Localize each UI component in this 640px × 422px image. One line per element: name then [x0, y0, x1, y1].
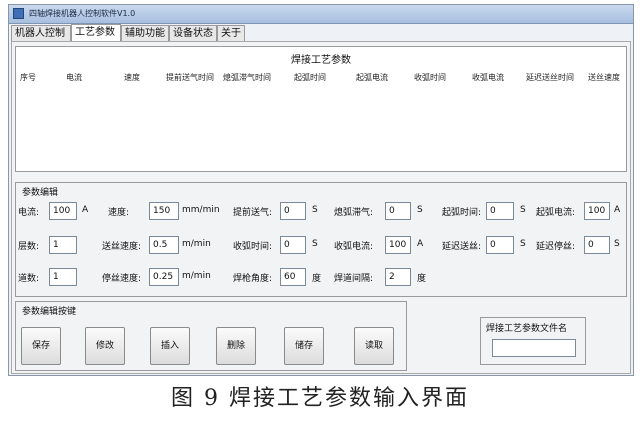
passes-input[interactable]: 1 — [49, 268, 77, 286]
column-header: 速度 — [124, 73, 140, 82]
read-button[interactable]: 读取 — [354, 327, 394, 365]
current-input[interactable]: 100 — [49, 202, 77, 220]
arc-start-current-label: 起弧电流: — [536, 208, 576, 218]
wire-speed-input[interactable]: 0.5 — [149, 236, 179, 254]
arc-start-current-unit: A — [614, 205, 621, 215]
speed-unit: mm/min — [182, 205, 220, 215]
delay-stop-input[interactable]: 0 — [584, 236, 610, 254]
group-title: 参数编辑按键 — [22, 307, 77, 317]
pass-gap-input[interactable]: 2 — [385, 268, 411, 286]
app-window: 四轴焊接机器人控制软件V1.0 机器人控制 工艺参数 辅助功能 设备状态 关于 … — [8, 4, 634, 376]
table-title: 焊接工艺参数 — [291, 55, 351, 66]
arc-end-current-unit: A — [417, 239, 424, 249]
torch-angle-input[interactable]: 60 — [280, 268, 306, 286]
arc-end-time-label: 收弧时间: — [233, 242, 273, 252]
stop-wire-speed-unit: m/min — [182, 271, 211, 281]
button-group: 参数编辑按键 — [15, 301, 407, 371]
arc-end-time-input[interactable]: 0 — [280, 236, 306, 254]
arc-start-time-input[interactable]: 0 — [486, 202, 514, 220]
pre-gas-input[interactable]: 0 — [280, 202, 306, 220]
stop-wire-speed-input[interactable]: 0.25 — [149, 268, 179, 286]
tab-about[interactable]: 关于 — [217, 25, 245, 41]
column-header: 延迟送丝时间 — [526, 73, 574, 82]
column-header: 起弧电流 — [356, 73, 388, 82]
layers-label: 层数: — [18, 242, 40, 252]
wire-speed-label: 送丝速度: — [102, 242, 142, 252]
pass-gap-label: 焊道间隔: — [334, 274, 374, 284]
stop-wire-speed-label: 停丝速度: — [102, 274, 142, 284]
column-header: 收弧电流 — [472, 73, 504, 82]
layers-input[interactable]: 1 — [49, 236, 77, 254]
speed-label: 速度: — [108, 208, 130, 218]
column-header: 收弧时间 — [414, 73, 446, 82]
tab-content: 焊接工艺参数 序号 电流 速度 提前送气时间 熄弧滞气时间 起弧时间 起弧电流 … — [11, 41, 631, 374]
delete-button[interactable]: 删除 — [216, 327, 256, 365]
window-title: 四轴焊接机器人控制软件V1.0 — [29, 9, 136, 18]
tab-process-params[interactable]: 工艺参数 — [71, 24, 121, 41]
insert-button[interactable]: 插入 — [150, 327, 190, 365]
tab-aux-functions[interactable]: 辅助功能 — [121, 25, 169, 41]
delay-wire-input[interactable]: 0 — [486, 236, 514, 254]
column-header: 提前送气时间 — [166, 73, 214, 82]
store-button[interactable]: 储存 — [284, 327, 324, 365]
column-header: 起弧时间 — [294, 73, 326, 82]
param-edit-group: 参数编辑 电流: 100 A 速度: 150 mm/min 提前送气: 0 S … — [15, 182, 627, 297]
title-bar: 四轴焊接机器人控制软件V1.0 — [9, 5, 633, 24]
delay-stop-label: 延迟停丝: — [536, 242, 576, 252]
tab-robot-control[interactable]: 机器人控制 — [11, 25, 71, 41]
column-header: 电流 — [66, 73, 82, 82]
arc-gas-unit: S — [417, 205, 423, 215]
pre-gas-unit: S — [312, 205, 318, 215]
params-table[interactable]: 焊接工艺参数 序号 电流 速度 提前送气时间 熄弧滞气时间 起弧时间 起弧电流 … — [15, 46, 627, 172]
column-header: 送丝速度 — [588, 73, 620, 82]
save-button[interactable]: 保存 — [21, 327, 61, 365]
figure-caption: 图 9 焊接工艺参数输入界面 — [171, 386, 469, 411]
arc-start-time-unit: S — [520, 205, 526, 215]
arc-end-current-input[interactable]: 100 — [385, 236, 411, 254]
tab-device-status[interactable]: 设备状态 — [169, 25, 217, 41]
modify-button[interactable]: 修改 — [85, 327, 125, 365]
torch-angle-label: 焊枪角度: — [233, 274, 273, 284]
file-name-input[interactable] — [492, 339, 576, 357]
arc-end-current-label: 收弧电流: — [334, 242, 374, 252]
wire-speed-unit: m/min — [182, 239, 211, 249]
arc-gas-label: 熄弧滞气: — [334, 208, 374, 218]
arc-end-time-unit: S — [312, 239, 318, 249]
pass-gap-unit: 度 — [417, 274, 427, 284]
column-header: 熄弧滞气时间 — [223, 73, 271, 82]
torch-angle-unit: 度 — [312, 274, 322, 284]
delay-wire-label: 延迟送丝: — [442, 242, 482, 252]
arc-gas-input[interactable]: 0 — [385, 202, 411, 220]
passes-label: 道数: — [18, 274, 40, 284]
group-title: 焊接工艺参数文件名 — [486, 324, 568, 334]
current-label: 电流: — [18, 208, 40, 218]
speed-input[interactable]: 150 — [149, 202, 179, 220]
arc-start-time-label: 起弧时间: — [442, 208, 482, 218]
pre-gas-label: 提前送气: — [233, 208, 273, 218]
current-unit: A — [82, 205, 89, 215]
delay-wire-unit: S — [520, 239, 526, 249]
file-name-group: 焊接工艺参数文件名 — [480, 317, 586, 365]
delay-stop-unit: S — [614, 239, 620, 249]
column-header: 序号 — [20, 73, 36, 82]
app-icon — [13, 8, 24, 19]
group-title: 参数编辑 — [22, 188, 59, 198]
arc-start-current-input[interactable]: 100 — [584, 202, 610, 220]
